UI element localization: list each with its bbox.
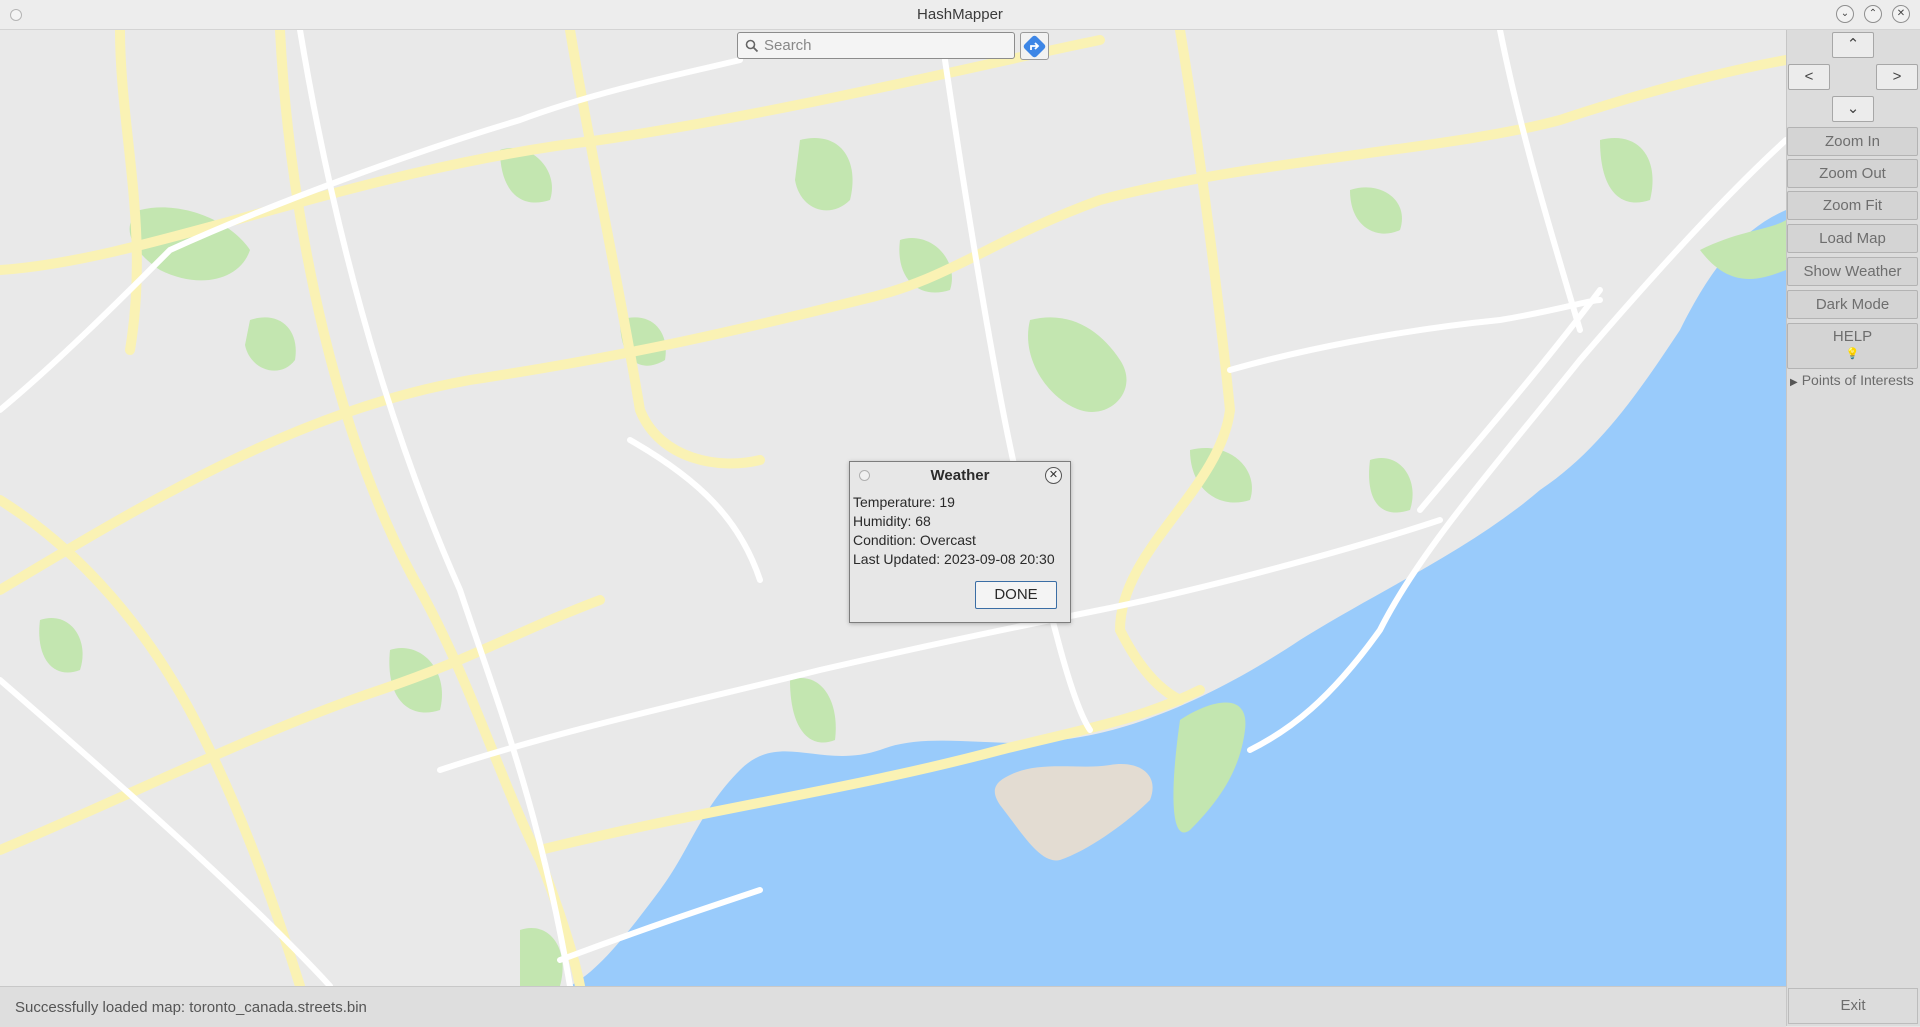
dialog-title: Weather (930, 467, 990, 484)
zoom-out-button[interactable]: Zoom Out (1787, 159, 1918, 188)
route-arrow-icon (1030, 42, 1040, 50)
minimize-button[interactable]: ⌄ (1836, 5, 1854, 23)
window-title: HashMapper (917, 6, 1003, 23)
humidity-text: Humidity: 68 (853, 513, 931, 529)
weather-dialog: Weather ✕ Temperature: 19 Humidity: 68 C… (849, 461, 1071, 623)
pan-up-button[interactable]: ⌃ (1832, 32, 1874, 58)
help-button[interactable]: HELP 💡 (1787, 323, 1918, 369)
zoom-in-button[interactable]: Zoom In (1787, 127, 1918, 156)
lightbulb-icon: 💡 (1845, 348, 1860, 360)
title-bar: HashMapper ⌄ ⌃ ✕ (0, 0, 1920, 30)
condition-text: Condition: Overcast (853, 532, 976, 548)
last-updated-text: Last Updated: 2023-09-08 20:30 (853, 551, 1055, 567)
search-icon (745, 39, 759, 53)
status-message: Successfully loaded map: toronto_canada.… (15, 999, 367, 1016)
dark-mode-button[interactable]: Dark Mode (1787, 290, 1918, 319)
maximize-button[interactable]: ⌃ (1864, 5, 1882, 23)
route-button[interactable] (1020, 32, 1049, 60)
temperature-text: Temperature: 19 (853, 494, 955, 510)
exit-button[interactable]: Exit (1788, 988, 1918, 1024)
zoom-fit-button[interactable]: Zoom Fit (1787, 191, 1918, 220)
done-button[interactable]: DONE (975, 581, 1057, 609)
pan-right-button[interactable]: > (1876, 64, 1918, 90)
show-weather-button[interactable]: Show Weather (1787, 257, 1918, 286)
pan-down-button[interactable]: ⌄ (1832, 96, 1874, 122)
poi-label: Points of Interests (1801, 372, 1914, 388)
expand-triangle-icon: ▶ (1790, 377, 1798, 388)
help-label: HELP (1832, 328, 1873, 345)
close-window-button[interactable]: ✕ (1892, 5, 1910, 23)
search-input[interactable] (764, 35, 1009, 56)
search-box[interactable] (737, 32, 1015, 59)
status-bar: Successfully loaded map: toronto_canada.… (0, 986, 1786, 1027)
pan-left-button[interactable]: < (1788, 64, 1830, 90)
load-map-button[interactable]: Load Map (1787, 224, 1918, 253)
points-of-interest-expander[interactable]: ▶ Points of Interests (1790, 372, 1914, 388)
close-icon[interactable]: ✕ (1045, 467, 1062, 484)
